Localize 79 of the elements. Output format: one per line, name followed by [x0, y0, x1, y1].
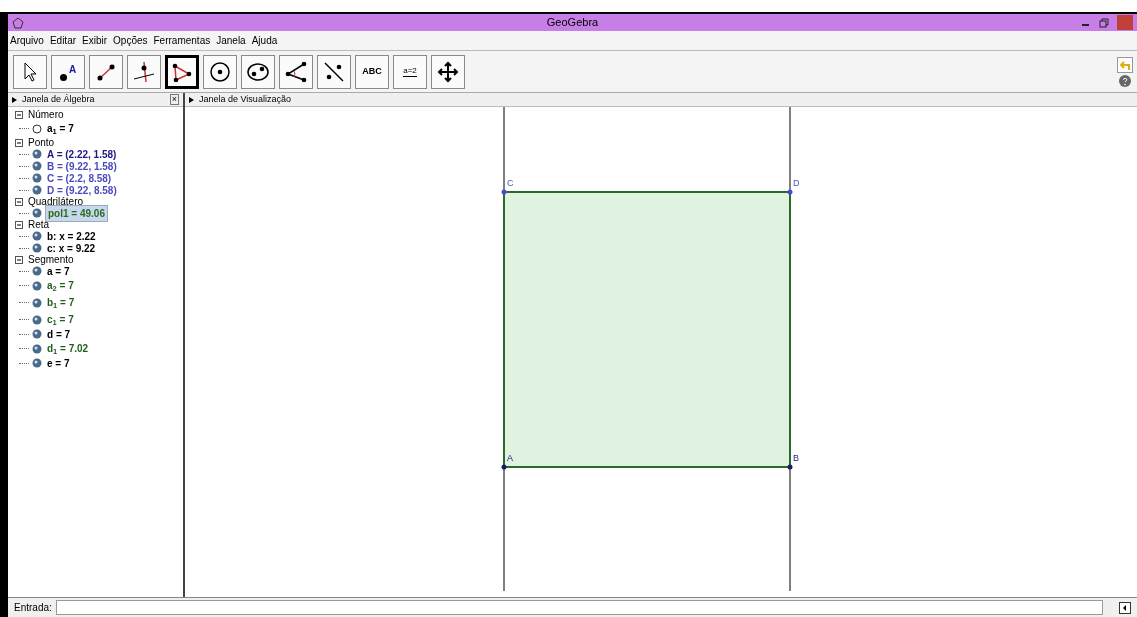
- group-label[interactable]: Número: [28, 107, 64, 122]
- tool-button[interactable]: [203, 54, 237, 89]
- collapse-icon[interactable]: [15, 255, 23, 264]
- keyboard-toggle-icon[interactable]: [1119, 601, 1131, 614]
- point-label: C: [507, 178, 514, 188]
- tool-button[interactable]: [165, 54, 199, 89]
- tool-button[interactable]: [89, 54, 123, 89]
- visible-ball-icon[interactable]: [32, 161, 42, 171]
- input-label: Entrada:: [14, 601, 52, 615]
- algebra-item[interactable]: pol1 = 49.06: [45, 204, 108, 222]
- tool-button[interactable]: [13, 54, 47, 89]
- visible-ball-icon[interactable]: [32, 243, 42, 253]
- visible-ball-icon[interactable]: [32, 314, 42, 325]
- angle-tool-icon: [284, 59, 308, 84]
- menu-item[interactable]: Arquivo: [10, 33, 44, 48]
- perpendicular-tool-icon: [132, 59, 156, 84]
- visible-ball-icon[interactable]: [32, 280, 42, 291]
- algebra-item[interactable]: c$_{1}$ = 7: [45, 312, 76, 327]
- square-polygon[interactable]: [503, 191, 791, 468]
- window-title: GeoGebra: [546, 15, 599, 31]
- algebra-item[interactable]: b$_{1}$ = 7: [45, 295, 77, 310]
- restore-icon[interactable]: [1099, 17, 1109, 28]
- menu-item[interactable]: Opções: [113, 33, 148, 48]
- algebra-item[interactable]: a$_{2}$ = 7: [45, 278, 76, 293]
- hidden-circle-icon[interactable]: [32, 123, 42, 134]
- point-tool-icon: [59, 74, 67, 81]
- undo-icon[interactable]: [1117, 56, 1133, 73]
- pan-tool-icon: [436, 59, 460, 84]
- algebra-item[interactable]: d$_{1}$ = 7.02: [45, 341, 91, 356]
- point-dot[interactable]: [501, 464, 507, 470]
- menu-item[interactable]: Editar: [49, 33, 77, 48]
- collapse-icon[interactable]: [15, 220, 23, 229]
- app-icon: [12, 16, 24, 29]
- tool-button[interactable]: A: [51, 54, 85, 89]
- menu-item[interactable]: Ajuda: [251, 33, 278, 48]
- point-dot[interactable]: [501, 189, 507, 195]
- tool-button[interactable]: [241, 54, 275, 89]
- tool-button[interactable]: a=2: [393, 54, 427, 89]
- reflect-tool-icon: [322, 59, 346, 84]
- tool-button[interactable]: [279, 54, 313, 89]
- point-label: D: [793, 178, 800, 188]
- close-panel-button[interactable]: ×: [169, 94, 179, 105]
- point-label: B: [793, 453, 799, 463]
- circle-tool-icon: [208, 59, 232, 84]
- collapse-icon[interactable]: [15, 138, 23, 147]
- tool-button[interactable]: ABC: [355, 54, 389, 89]
- visible-ball-icon[interactable]: [32, 185, 42, 195]
- tool-label: A: [68, 63, 77, 77]
- algebra-item[interactable]: a$_{1}$ = 7: [45, 121, 76, 136]
- menu-item[interactable]: Ferramentas: [153, 33, 211, 48]
- algebra-item[interactable]: e = 7: [45, 355, 72, 371]
- tool-button[interactable]: [431, 54, 465, 89]
- panel-title[interactable]: Janela de Álgebra: [22, 92, 95, 107]
- point-dot[interactable]: [787, 189, 793, 195]
- visible-ball-icon[interactable]: [32, 329, 42, 339]
- visible-ball-icon[interactable]: [32, 343, 42, 354]
- point-dot[interactable]: [787, 464, 793, 470]
- visible-ball-icon[interactable]: [32, 208, 42, 218]
- algebra-item[interactable]: d = 7: [45, 326, 73, 342]
- tool-button[interactable]: [127, 54, 161, 89]
- visible-ball-icon[interactable]: [32, 231, 42, 241]
- visible-ball-icon[interactable]: [32, 173, 42, 183]
- tool-label: a=2: [403, 66, 417, 77]
- expand-triangle-icon[interactable]: [189, 96, 194, 103]
- tool-label: ABC: [362, 64, 382, 78]
- menu-item[interactable]: Exibir: [82, 33, 108, 48]
- tool-button[interactable]: [317, 54, 351, 89]
- panel-title[interactable]: Janela de Visualização: [199, 92, 291, 107]
- point-label: A: [507, 453, 513, 463]
- help-icon[interactable]: [1119, 74, 1131, 87]
- input-field[interactable]: [55, 600, 1103, 615]
- menu-item[interactable]: Janela: [216, 33, 246, 48]
- visible-ball-icon[interactable]: [32, 297, 42, 308]
- visible-ball-icon[interactable]: [32, 358, 42, 368]
- collapse-icon[interactable]: [15, 197, 23, 206]
- visible-ball-icon[interactable]: [32, 266, 42, 276]
- expand-triangle-icon[interactable]: [12, 96, 17, 103]
- visible-ball-icon[interactable]: [32, 149, 42, 159]
- collapse-icon[interactable]: [15, 110, 23, 119]
